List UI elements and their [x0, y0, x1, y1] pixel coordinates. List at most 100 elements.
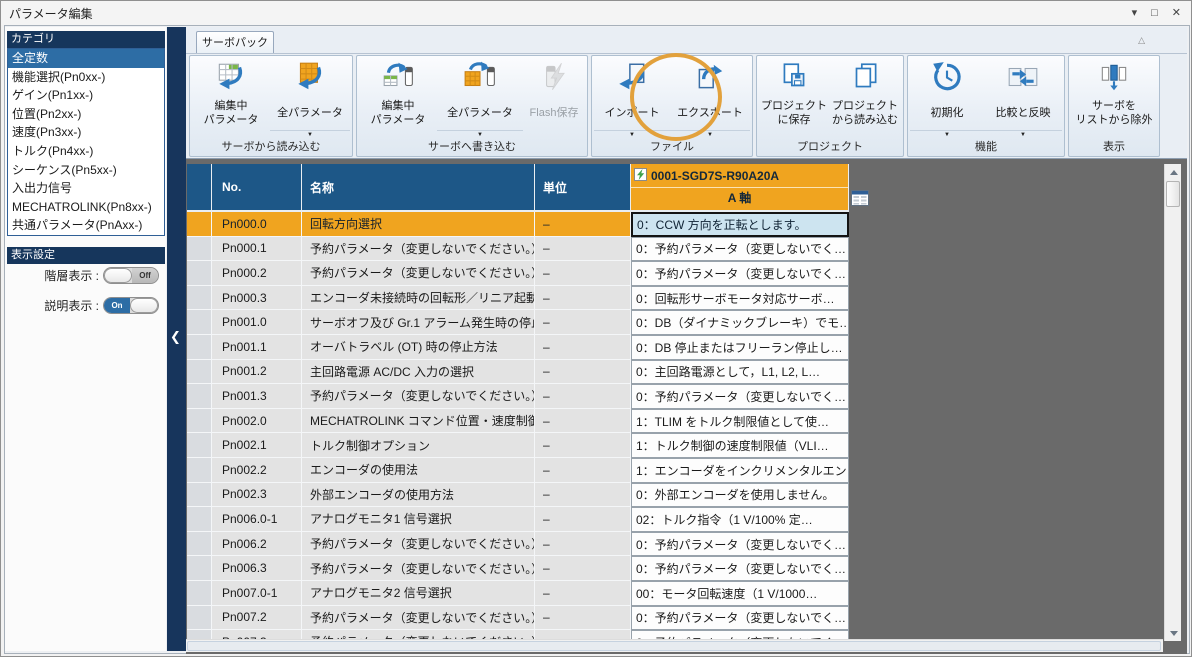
- row-header-cell[interactable]: [187, 556, 212, 581]
- chevron-down-icon[interactable]: ▼: [910, 130, 984, 140]
- row-header-cell[interactable]: [187, 237, 212, 262]
- param-unit-cell[interactable]: –: [535, 261, 631, 286]
- maximize-icon[interactable]: □: [1151, 8, 1158, 19]
- vertical-scrollbar-thumb[interactable]: [1166, 181, 1180, 207]
- row-header-cell[interactable]: [187, 507, 212, 532]
- param-number-cell[interactable]: Pn001.3: [212, 384, 302, 409]
- param-number-cell[interactable]: Pn002.3: [212, 483, 302, 508]
- tab-servopack[interactable]: サーボパック: [196, 31, 274, 54]
- sidebar-item-io-signal[interactable]: 入出力信号: [8, 179, 164, 198]
- param-value-cell[interactable]: 0：DB（ダイナミックブレーキ）でモ…: [631, 310, 849, 335]
- sidebar-item-position[interactable]: 位置(Pn2xx-): [8, 105, 164, 124]
- row-header-cell[interactable]: [187, 261, 212, 286]
- param-number-cell[interactable]: Pn001.0: [212, 310, 302, 335]
- scroll-up-icon[interactable]: [1165, 164, 1182, 180]
- param-unit-cell[interactable]: –: [535, 433, 631, 458]
- param-name-cell[interactable]: 主回路電源 AC/DC 入力の選択: [302, 360, 535, 385]
- sidebar-item-gain[interactable]: ゲイン(Pn1xx-): [8, 86, 164, 105]
- param-value-cell[interactable]: 0：予約パラメータ（変更しないでく…: [631, 606, 849, 631]
- param-value-cell[interactable]: 0：CCW 方向を正転とします。: [631, 212, 849, 237]
- sidebar-item-mechatrolink[interactable]: MECHATROLINK(Pn8xx-): [8, 198, 164, 217]
- write-all-params-button[interactable]: 全パラメータ ▼: [437, 57, 523, 140]
- chevron-down-icon[interactable]: ▼: [270, 130, 350, 140]
- param-value-cell[interactable]: 0：予約パラメータ（変更しないでく…: [631, 556, 849, 581]
- row-header-cell[interactable]: [187, 310, 212, 335]
- param-value-cell[interactable]: 0：予約パラメータ（変更しないでく…: [631, 261, 849, 286]
- param-number-cell[interactable]: Pn007.2: [212, 606, 302, 631]
- param-unit-cell[interactable]: –: [535, 237, 631, 262]
- chevron-down-icon[interactable]: ▼: [594, 130, 670, 140]
- param-number-cell[interactable]: Pn006.2: [212, 532, 302, 557]
- row-header-cell[interactable]: [187, 581, 212, 606]
- param-name-cell[interactable]: アナログモニタ1 信号選択: [302, 507, 535, 532]
- sidebar-item-speed[interactable]: 速度(Pn3xx-): [8, 123, 164, 142]
- detail-view-icon[interactable]: [851, 190, 869, 206]
- row-header-cell[interactable]: [187, 212, 212, 237]
- param-name-cell[interactable]: 外部エンコーダの使用方法: [302, 483, 535, 508]
- vertical-scrollbar[interactable]: [1164, 164, 1181, 641]
- sidebar-item-common-params[interactable]: 共通パラメータ(PnAxx-): [8, 216, 164, 235]
- param-unit-cell[interactable]: –: [535, 532, 631, 557]
- row-header-cell[interactable]: [187, 360, 212, 385]
- initialize-button[interactable]: 初期化 ▼: [910, 57, 984, 140]
- param-name-cell[interactable]: エンコーダ未接続時の回転形／リニア起動選: [302, 286, 535, 311]
- save-to-project-button[interactable]: プロジェクト に保存: [759, 57, 829, 140]
- param-number-cell[interactable]: Pn006.3: [212, 556, 302, 581]
- param-unit-cell[interactable]: –: [535, 286, 631, 311]
- row-header-cell[interactable]: [187, 384, 212, 409]
- param-name-cell[interactable]: サーボオフ及び Gr.1 アラーム発生時の停止: [302, 310, 535, 335]
- param-unit-cell[interactable]: –: [535, 335, 631, 360]
- servo-column-header[interactable]: 0001-SGD7S-R90A20A A 軸: [631, 164, 849, 212]
- window-menu-icon[interactable]: ▾: [1132, 8, 1138, 19]
- param-number-cell[interactable]: Pn002.1: [212, 433, 302, 458]
- param-unit-cell[interactable]: –: [535, 212, 631, 237]
- param-name-cell[interactable]: 予約パラメータ（変更しないでください。）: [302, 532, 535, 557]
- param-number-cell[interactable]: Pn000.2: [212, 261, 302, 286]
- chevron-down-icon[interactable]: ▼: [984, 130, 1062, 140]
- param-value-cell[interactable]: 0：予約パラメータ（変更しないでく…: [631, 237, 849, 262]
- row-header-cell[interactable]: [187, 458, 212, 483]
- row-header-cell[interactable]: [187, 433, 212, 458]
- load-from-project-button[interactable]: プロジェクト から読み込む: [829, 57, 901, 140]
- chevron-down-icon[interactable]: ▼: [670, 130, 750, 140]
- param-name-cell[interactable]: アナログモニタ2 信号選択: [302, 581, 535, 606]
- write-editing-params-button[interactable]: 編集中 パラメータ: [359, 57, 437, 140]
- horizontal-scrollbar-thumb[interactable]: [187, 641, 1161, 651]
- param-value-cell[interactable]: 0：DB 停止またはフリーラン停止し…: [631, 335, 849, 360]
- sidebar-item-torque[interactable]: トルク(Pn4xx-): [8, 142, 164, 161]
- param-value-cell[interactable]: 1：TLIM をトルク制限値として使…: [631, 409, 849, 434]
- row-header-cell[interactable]: [187, 483, 212, 508]
- param-number-cell[interactable]: Pn007.0-1: [212, 581, 302, 606]
- close-icon[interactable]: ✕: [1172, 8, 1181, 19]
- param-name-cell[interactable]: 予約パラメータ（変更しないでください。）: [302, 261, 535, 286]
- param-name-cell[interactable]: 回転方向選択: [302, 212, 535, 237]
- param-value-cell[interactable]: 02：トルク指令（1 V/100% 定…: [631, 507, 849, 532]
- param-unit-cell[interactable]: –: [535, 458, 631, 483]
- row-header-cell[interactable]: [187, 409, 212, 434]
- row-header-cell[interactable]: [187, 532, 212, 557]
- exclude-servo-from-list-button[interactable]: サーボを リストから除外: [1071, 57, 1157, 140]
- hierarchy-display-toggle[interactable]: Off: [103, 267, 159, 284]
- read-editing-params-button[interactable]: 編集中 パラメータ: [192, 57, 270, 140]
- param-value-cell[interactable]: 00：モータ回転速度（1 V/1000…: [631, 581, 849, 606]
- scroll-down-icon[interactable]: [1165, 625, 1182, 641]
- param-number-cell[interactable]: Pn002.0: [212, 409, 302, 434]
- param-unit-cell[interactable]: –: [535, 507, 631, 532]
- description-display-toggle[interactable]: On: [103, 297, 159, 314]
- compare-reflect-button[interactable]: 比較と反映 ▼: [984, 57, 1062, 140]
- param-value-cell[interactable]: 0：予約パラメータ（変更しないでく…: [631, 532, 849, 557]
- param-unit-cell[interactable]: –: [535, 556, 631, 581]
- row-header-cell[interactable]: [187, 606, 212, 631]
- param-unit-cell[interactable]: –: [535, 310, 631, 335]
- param-number-cell[interactable]: Pn000.1: [212, 237, 302, 262]
- param-name-cell[interactable]: 予約パラメータ（変更しないでください。）: [302, 556, 535, 581]
- param-value-cell[interactable]: 0：主回路電源として，L1, L2, L…: [631, 360, 849, 385]
- import-button[interactable]: インポート ▼: [594, 57, 670, 140]
- chevron-down-icon[interactable]: ▼: [437, 130, 523, 140]
- sidebar-item-sequence[interactable]: シーケンス(Pn5xx-): [8, 161, 164, 180]
- param-value-cell[interactable]: 0：予約パラメータ（変更しないでく…: [631, 384, 849, 409]
- param-value-cell[interactable]: 0：回転形サーボモータ対応サーボ…: [631, 286, 849, 311]
- param-unit-cell[interactable]: –: [535, 409, 631, 434]
- param-value-cell[interactable]: 1：エンコーダをインクリメンタルエンコ…: [631, 458, 849, 483]
- horizontal-scrollbar[interactable]: [186, 639, 1163, 652]
